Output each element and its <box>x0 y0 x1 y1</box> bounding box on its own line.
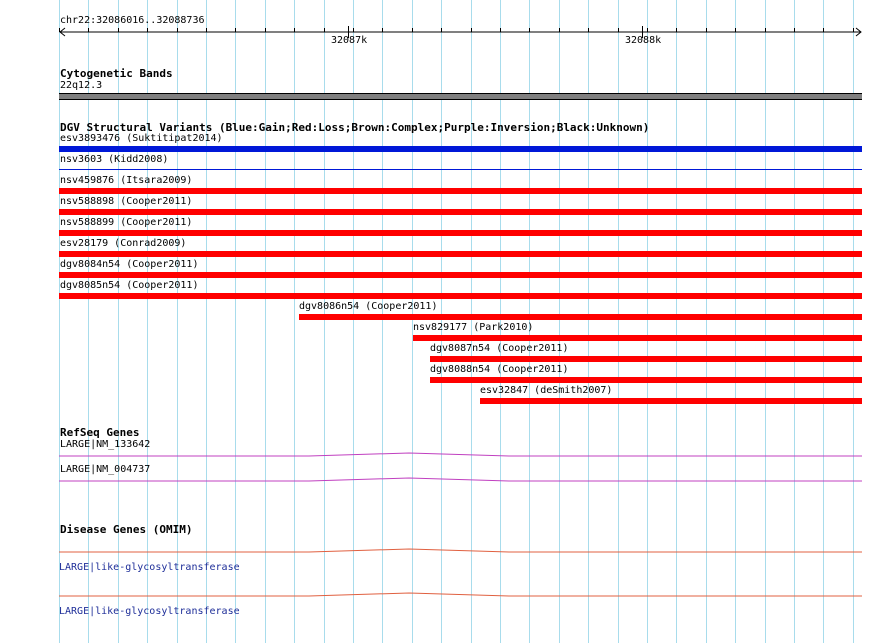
dgv-variant-label[interactable]: dgv8087n54 (Cooper2011) <box>430 343 568 355</box>
refseq-gene-label[interactable]: LARGE|NM_133642 <box>60 439 150 451</box>
dgv-variant-label[interactable]: nsv829177 (Park2010) <box>413 322 533 334</box>
refseq-gene-label[interactable]: LARGE|NM_004737 <box>60 464 150 476</box>
omim-gene-label[interactable]: LARGE|like-glycosyltransferase <box>59 562 240 574</box>
ruler-tick-label-32088k: 32088k <box>625 35 662 46</box>
refseq-gene-feature[interactable] <box>59 452 862 458</box>
dgv-variant-label[interactable]: dgv8084n54 (Cooper2011) <box>60 259 198 271</box>
cytoband-track-title: Cytogenetic Bands <box>60 67 173 80</box>
dgv-variant-bar[interactable] <box>59 188 862 194</box>
dgv-variant-bar[interactable] <box>430 377 862 383</box>
omim-gene-feature[interactable] <box>59 592 862 598</box>
refseq-track-title: RefSeq Genes <box>60 426 140 439</box>
dgv-variant-bar[interactable] <box>59 293 862 299</box>
dgv-variant-label[interactable]: dgv8086n54 (Cooper2011) <box>299 301 437 313</box>
dgv-variant-bar[interactable] <box>59 230 862 236</box>
omim-gene-feature[interactable] <box>59 548 862 554</box>
cytoband-bar[interactable] <box>59 93 862 100</box>
dgv-variant-label[interactable]: nsv3603 (Kidd2008) <box>60 154 168 166</box>
dgv-variant-label[interactable]: nsv459876 (Itsara2009) <box>60 175 192 187</box>
dgv-variant-label[interactable]: esv32847 (deSmith2007) <box>480 385 612 397</box>
dgv-variant-bar[interactable] <box>59 251 862 257</box>
ruler-axis <box>59 26 862 38</box>
dgv-variant-label[interactable]: dgv8088n54 (Cooper2011) <box>430 364 568 376</box>
dgv-variant-bar[interactable] <box>59 209 862 215</box>
omim-gene-label[interactable]: LARGE|like-glycosyltransferase <box>59 606 240 618</box>
dgv-variant-bar[interactable] <box>299 314 862 320</box>
refseq-gene-feature[interactable] <box>59 477 862 483</box>
dgv-variant-bar[interactable] <box>59 146 862 152</box>
dgv-variant-bar[interactable] <box>430 356 862 362</box>
dgv-variant-label[interactable]: dgv8085n54 (Cooper2011) <box>60 280 198 292</box>
cytoband-label: 22q12.3 <box>60 80 103 91</box>
dgv-variant-label[interactable]: nsv588898 (Cooper2011) <box>60 196 192 208</box>
dgv-variant-bar[interactable] <box>480 398 862 404</box>
dgv-variant-bar[interactable] <box>413 335 862 341</box>
dgv-variant-label[interactable]: esv3893476 (Suktitipat2014) <box>60 133 223 145</box>
dgv-variant-bar[interactable] <box>59 169 862 170</box>
dgv-variant-label[interactable]: esv28179 (Conrad2009) <box>60 238 186 250</box>
ruler-tick-label-32087k: 32087k <box>331 35 368 46</box>
dgv-variant-bar[interactable] <box>59 272 862 278</box>
dgv-variant-label[interactable]: nsv588899 (Cooper2011) <box>60 217 192 229</box>
omim-track-title: Disease Genes (OMIM) <box>60 523 193 536</box>
